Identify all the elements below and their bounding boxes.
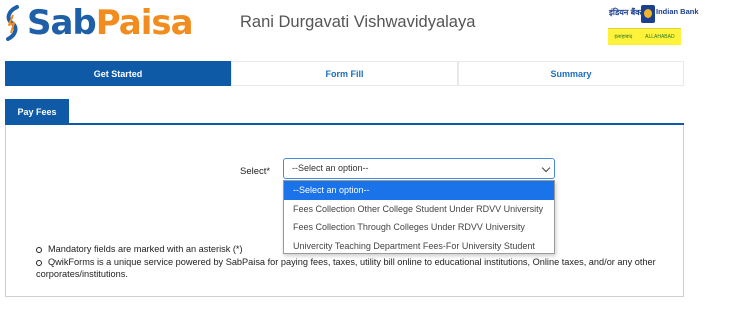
header: SabPaisa Rani Durgavati Vishwavidyalaya …: [0, 0, 753, 50]
step-get-started[interactable]: Get Started: [5, 61, 231, 86]
bank-logo-top: इंडियन बैंक Indian Bank: [608, 1, 699, 29]
sabpaisa-logo-icon: [6, 5, 19, 41]
step-summary[interactable]: Summary: [458, 61, 684, 86]
note-item: QwikForms is a unique service powered by…: [36, 256, 678, 269]
select-value: --Select an option--: [292, 163, 369, 173]
logo-text: SabPaisa: [27, 3, 194, 43]
bank-emblem-icon: [641, 5, 655, 23]
bank-name: Indian Bank: [656, 7, 699, 16]
bank-strip-right: ALLAHABAD: [645, 34, 675, 40]
note-item: Mandatory fields are marked with an aste…: [36, 243, 678, 256]
logo-text-sab: Sab: [27, 3, 97, 43]
select-label: Select*: [240, 166, 271, 177]
sabpaisa-logo[interactable]: SabPaisa: [4, 3, 194, 43]
bank-strip-left: इलाहाबाद: [614, 34, 633, 40]
bank-name-hindi: इंडियन बैंक: [609, 8, 642, 17]
chevron-down-icon: [541, 163, 551, 173]
dropdown-option[interactable]: Fees Collection Other College Student Un…: [284, 200, 554, 219]
step-form-fill[interactable]: Form Fill: [231, 61, 458, 86]
notes-list: Mandatory fields are marked with an aste…: [36, 243, 678, 281]
dropdown-option[interactable]: Fees Collection Through Colleges Under R…: [284, 218, 554, 237]
bank-strip: इलाहाबाद ALLAHABAD: [608, 34, 681, 40]
note-item-continued: corporates/institutions.: [36, 269, 128, 279]
fee-type-select[interactable]: --Select an option--: [283, 158, 555, 179]
dropdown-option[interactable]: --Select an option--: [284, 181, 554, 200]
step-progress: Get Started Form Fill Summary: [5, 61, 684, 86]
logo-text-paisa: Paisa: [95, 3, 194, 43]
tab-pay-fees[interactable]: Pay Fees: [5, 99, 69, 124]
page-title: Rani Durgavati Vishwavidyalaya: [240, 13, 476, 31]
bank-logo: इंडियन बैंक Indian Bank इलाहाबाद ALLAHAB…: [608, 1, 699, 45]
